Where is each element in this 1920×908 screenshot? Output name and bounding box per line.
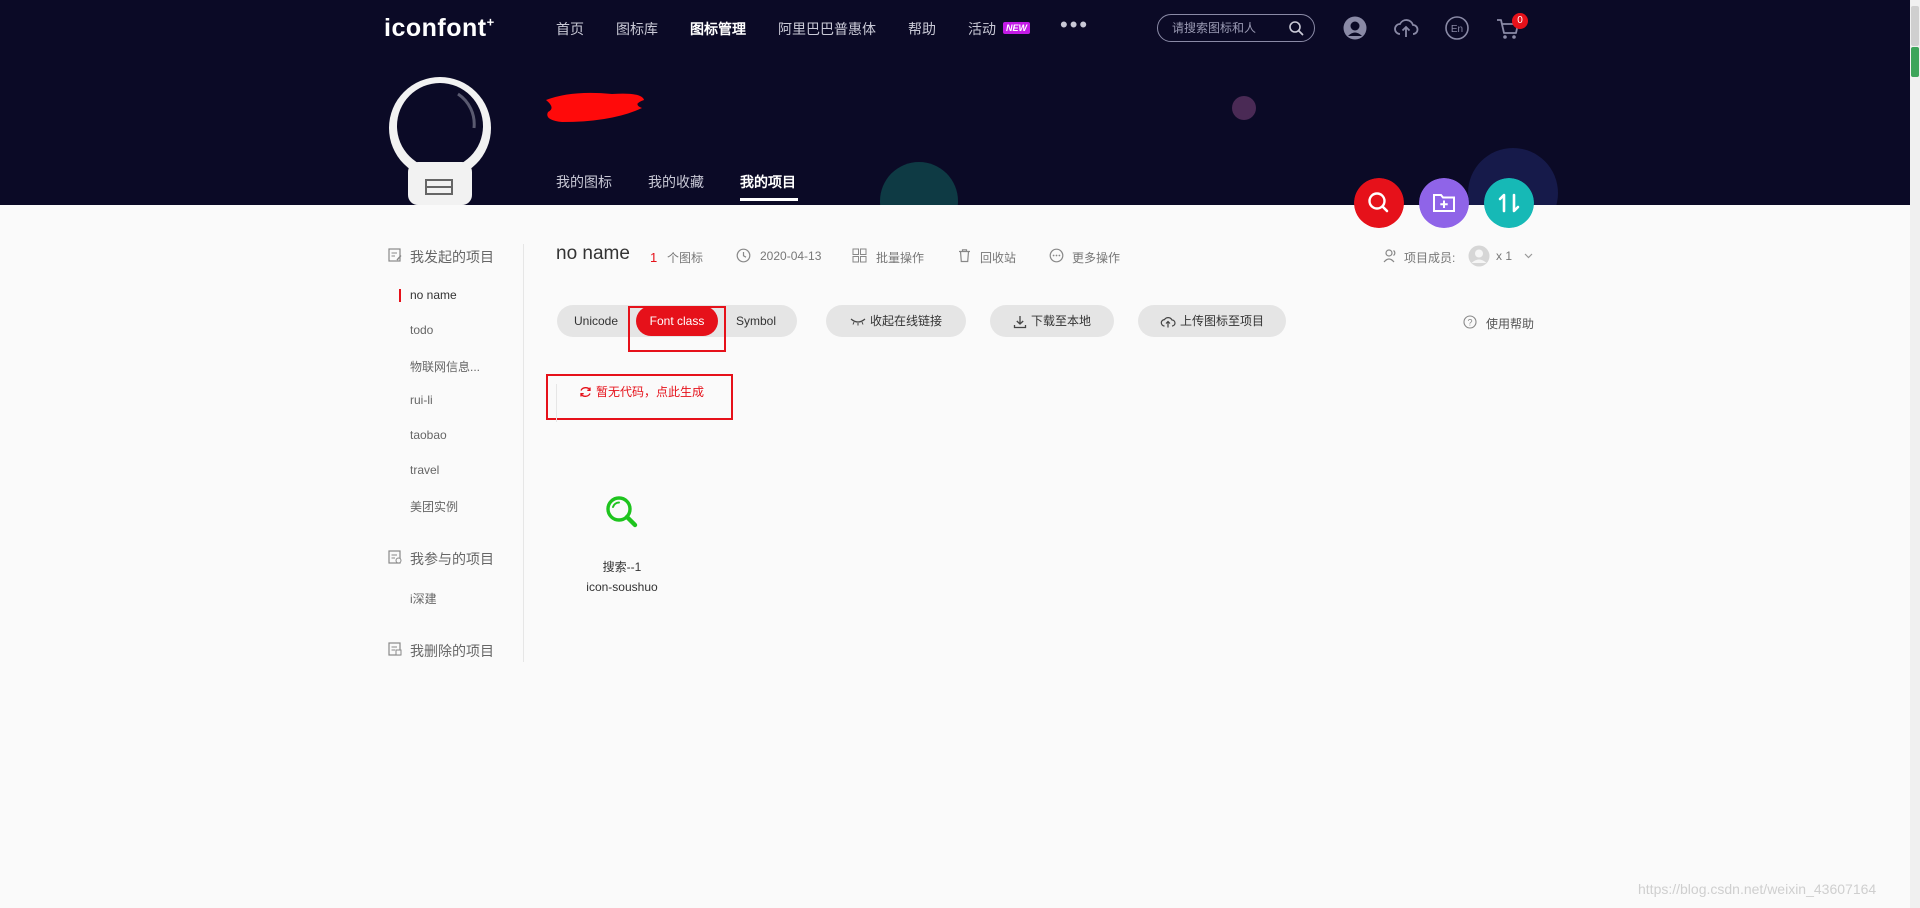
sidebar-item-no-name[interactable]: no name	[410, 288, 457, 302]
members-count: x 1	[1496, 249, 1513, 263]
nav-help[interactable]: 帮助	[908, 19, 936, 39]
decor-circle	[1232, 96, 1256, 120]
members-label: 项目成员:	[1404, 251, 1456, 265]
nav-icon-library[interactable]: 图标库	[616, 19, 658, 39]
more-menu-icon[interactable]: •••	[1060, 12, 1089, 38]
tab-my-projects[interactable]: 我的项目	[740, 172, 796, 192]
members-icon	[1383, 249, 1396, 263]
sidebar-item-meituan[interactable]: 美团实例	[410, 498, 458, 515]
search-input[interactable]	[1172, 20, 1284, 36]
cart-count-badge: 0	[1512, 13, 1528, 29]
upload-cloud-icon	[1160, 317, 1176, 328]
nav-activity[interactable]: 活动	[968, 19, 996, 39]
svg-text:En: En	[1451, 24, 1463, 35]
batch-operation-link[interactable]: 批量操作	[876, 249, 924, 266]
member-avatar[interactable]	[1468, 245, 1490, 267]
icon-name: 搜索--1	[602, 560, 642, 574]
upload-cloud-icon[interactable]	[1393, 15, 1419, 41]
sidebar-item-todo[interactable]: todo	[410, 323, 433, 337]
tab-my-favorites[interactable]: 我的收藏	[648, 172, 704, 192]
usage-help-link[interactable]: 使用帮助	[1486, 315, 1534, 332]
sidebar-created-title: 我发起的项目	[410, 249, 494, 265]
sidebar-item-joined[interactable]: i深建	[410, 590, 437, 607]
search-icon	[606, 496, 638, 528]
github-icon[interactable]	[1342, 15, 1368, 41]
active-indicator	[399, 289, 401, 302]
iconfont-logo[interactable]: iconfont+	[384, 14, 495, 43]
project-title: no name	[556, 243, 630, 264]
refresh-icon	[580, 387, 591, 397]
collapse-online-link-button[interactable]: 收起在线链接	[826, 305, 966, 337]
language-en-icon[interactable]: En	[1444, 15, 1470, 41]
search-icon[interactable]	[1288, 20, 1304, 36]
fab-sort-button[interactable]	[1484, 178, 1534, 228]
watermark: https://blog.csdn.net/weixin_43607164	[1638, 881, 1877, 897]
project-deleted-icon	[388, 642, 402, 656]
help-icon[interactable]: ?	[1463, 315, 1477, 329]
clock-icon	[736, 248, 751, 263]
scrollbar-thumb[interactable]	[1911, 6, 1919, 46]
sidebar-joined-title: 我参与的项目	[410, 551, 494, 567]
eye-closed-icon	[850, 318, 866, 326]
nav-alibaba-font[interactable]: 阿里巴巴普惠体	[778, 19, 876, 39]
fab-search-button[interactable]	[1354, 178, 1404, 228]
upload-icons-button[interactable]: 上传图标至项目	[1138, 305, 1286, 337]
new-badge: NEW	[1003, 22, 1030, 34]
chevron-down-icon[interactable]	[1524, 253, 1533, 259]
sidebar-deleted-title[interactable]: 我删除的项目	[410, 641, 494, 661]
download-icon	[1013, 315, 1027, 328]
more-operations-link[interactable]: 更多操作	[1072, 249, 1120, 266]
project-date: 2020-04-13	[760, 249, 822, 263]
tab-symbol[interactable]: Symbol	[736, 305, 776, 337]
active-tab-underline	[740, 198, 798, 201]
tab-unicode[interactable]: Unicode	[574, 305, 618, 337]
icon-count-label: 个图标	[667, 251, 704, 265]
nav-home[interactable]: 首页	[556, 19, 584, 39]
tab-my-icons[interactable]: 我的图标	[556, 172, 612, 192]
scrollbar[interactable]	[1910, 0, 1920, 908]
scrollbar-grip[interactable]	[1911, 47, 1919, 77]
project-joined-icon	[388, 550, 402, 564]
project-created-icon	[388, 248, 402, 262]
header-banner	[0, 0, 1910, 205]
more-options-icon[interactable]	[1049, 248, 1064, 263]
recycle-bin-link[interactable]: 回收站	[980, 249, 1016, 266]
decor-circle	[880, 162, 958, 205]
sidebar-item-iot[interactable]: 物联网信息...	[410, 358, 480, 375]
avatar[interactable]	[388, 76, 492, 205]
sidebar-item-taobao[interactable]: taobao	[410, 428, 447, 442]
trash-icon[interactable]	[957, 248, 972, 263]
sidebar-divider	[523, 244, 524, 662]
fab-new-project-button[interactable]	[1419, 178, 1469, 228]
highlight-box	[628, 306, 726, 352]
search-box[interactable]	[1157, 14, 1315, 42]
icon-class-name: icon-soushuo	[586, 580, 658, 594]
username-redaction	[546, 92, 644, 122]
code-area-line	[556, 384, 557, 422]
sidebar-item-travel[interactable]: travel	[410, 463, 439, 477]
generate-code-link[interactable]: 暂无代码，点此生成	[579, 383, 704, 400]
nav-icon-management[interactable]: 图标管理	[690, 19, 746, 39]
sidebar-item-rui-li[interactable]: rui-li	[410, 393, 433, 407]
svg-text:?: ?	[1467, 318, 1472, 328]
batch-icon[interactable]	[852, 248, 867, 263]
download-local-button[interactable]: 下载至本地	[990, 305, 1114, 337]
icon-count: 1	[650, 250, 658, 265]
